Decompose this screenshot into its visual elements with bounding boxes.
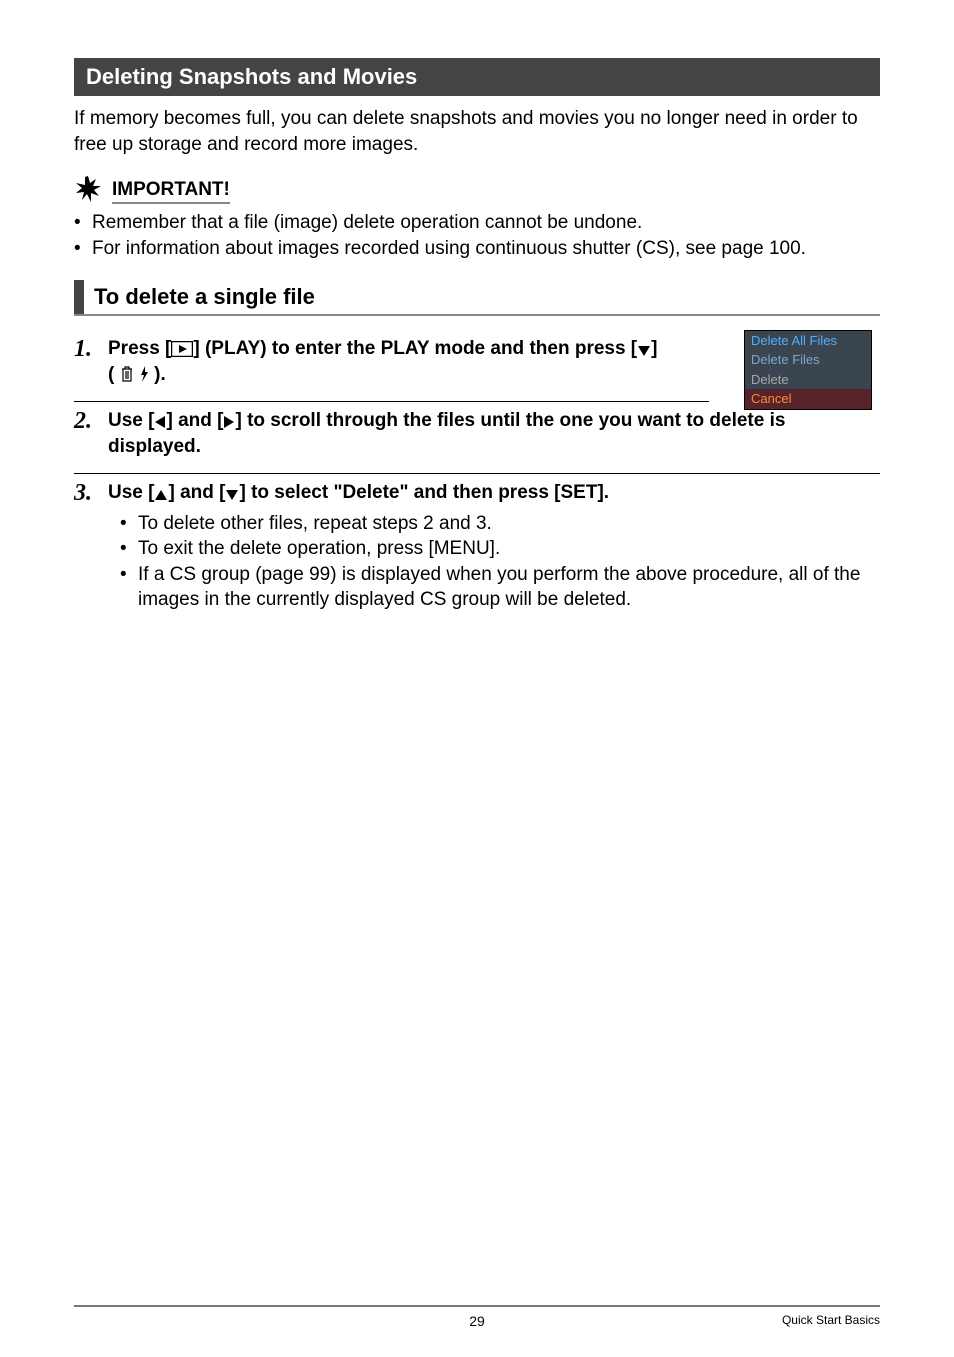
- step-3: 3. Use [] and [] to select "Delete" and …: [74, 474, 880, 613]
- triangle-down-icon: [637, 345, 651, 357]
- list-item: • For information about images recorded …: [74, 236, 880, 262]
- bullet-text: For information about images recorded us…: [92, 236, 806, 262]
- step-2: 2. Use [] and [] to scroll through the f…: [74, 402, 880, 465]
- important-heading: IMPORTANT!: [74, 175, 880, 208]
- menu-item-delete-all-files: Delete All Files: [745, 331, 871, 351]
- burst-icon: [74, 175, 102, 208]
- step-instruction: Use [] and [] to scroll through the file…: [108, 408, 880, 461]
- list-item: • Remember that a file (image) delete op…: [74, 210, 880, 236]
- bullet-text: If a CS group (page 99) is displayed whe…: [138, 562, 880, 613]
- flash-icon: [139, 365, 149, 383]
- bullet-text: To exit the delete operation, press [MEN…: [138, 536, 500, 562]
- triangle-up-icon: [154, 489, 168, 501]
- menu-item-cancel: Cancel: [745, 389, 871, 409]
- list-item: •To exit the delete operation, press [ME…: [108, 536, 880, 562]
- section-header: Deleting Snapshots and Movies: [74, 58, 880, 96]
- step-1: 1. Press [] (PLAY) to enter the PLAY mod…: [74, 330, 880, 393]
- step-instruction: Use [] and [] to select "Delete" and the…: [108, 480, 880, 507]
- step-number: 3.: [74, 480, 108, 613]
- page-footer: 29 Quick Start Basics: [74, 1305, 880, 1327]
- subsection-title: To delete a single file: [94, 280, 315, 314]
- trash-icon: [120, 365, 134, 383]
- delete-menu-screenshot: Delete All Files Delete Files Delete Can…: [744, 330, 872, 410]
- page-number: 29: [469, 1313, 485, 1329]
- triangle-down-icon: [225, 489, 239, 501]
- list-item: •To delete other files, repeat steps 2 a…: [108, 511, 880, 537]
- step-instruction: Press [] (PLAY) to enter the PLAY mode a…: [108, 336, 668, 389]
- intro-paragraph: If memory becomes full, you can delete s…: [74, 106, 880, 157]
- bullet-text: To delete other files, repeat steps 2 an…: [138, 511, 492, 537]
- bullet-text: Remember that a file (image) delete oper…: [92, 210, 642, 236]
- step-3-subbullets: •To delete other files, repeat steps 2 a…: [108, 511, 880, 614]
- triangle-left-icon: [154, 415, 166, 429]
- list-item: •If a CS group (page 99) is displayed wh…: [108, 562, 880, 613]
- menu-item-delete-files: Delete Files: [745, 350, 871, 370]
- play-box-icon: [171, 341, 193, 357]
- menu-item-delete: Delete: [745, 370, 871, 390]
- important-label: IMPORTANT!: [112, 179, 230, 204]
- step-number: 1.: [74, 336, 108, 393]
- important-bullets: • Remember that a file (image) delete op…: [74, 210, 880, 261]
- subsection-header: To delete a single file: [74, 280, 880, 316]
- triangle-right-icon: [223, 415, 235, 429]
- step-number: 2.: [74, 408, 108, 465]
